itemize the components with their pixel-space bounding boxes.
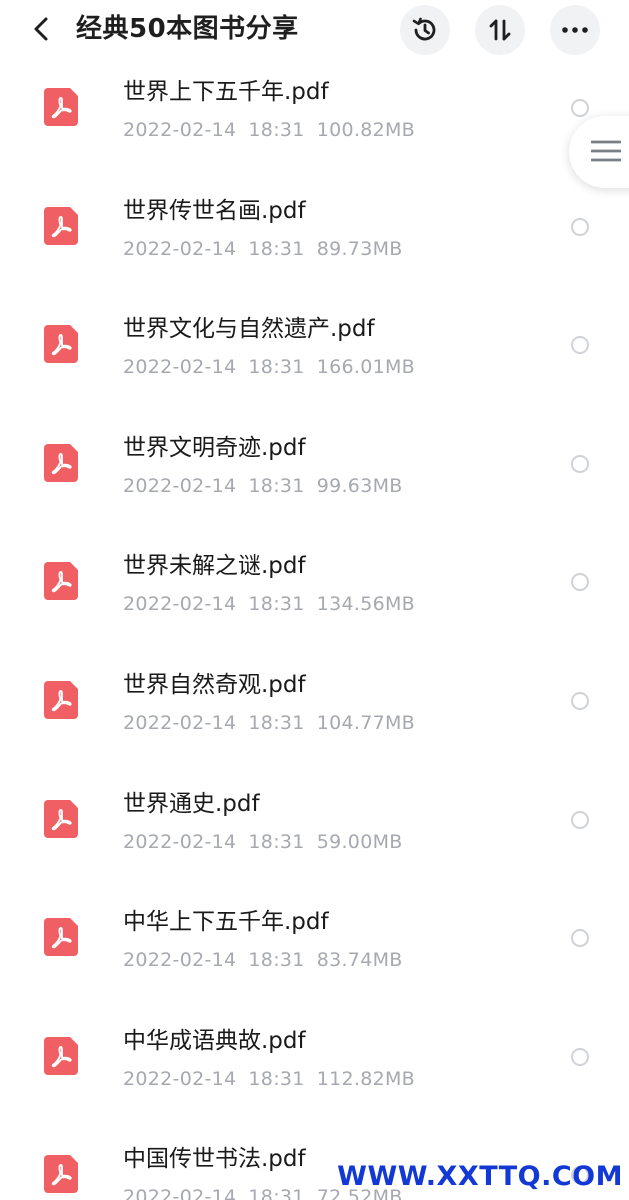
file-row[interactable]: 世界未解之谜.pdf 2022-02-14 18:31 134.56MB xyxy=(0,524,629,642)
page-title: 经典50本图书分享 xyxy=(76,14,299,44)
file-size: 59.00MB xyxy=(316,831,403,853)
file-time: 18:31 xyxy=(248,1186,305,1200)
menu-lines-icon xyxy=(591,140,621,162)
file-date: 2022-02-14 xyxy=(123,1068,237,1090)
pdf-file-icon xyxy=(44,800,78,838)
file-time: 18:31 xyxy=(248,831,305,853)
file-meta: 2022-02-14 18:31 100.82MB xyxy=(123,117,427,143)
file-row[interactable]: 中华成语典故.pdf 2022-02-14 18:31 112.82MB xyxy=(0,999,629,1117)
file-name: 世界传世名画.pdf xyxy=(123,198,306,224)
header-bar: 经典50本图书分享 xyxy=(0,0,629,58)
file-date: 2022-02-14 xyxy=(123,593,237,615)
file-name: 中华成语典故.pdf xyxy=(123,1028,306,1054)
pdf-file-icon xyxy=(44,325,78,363)
file-size: 166.01MB xyxy=(316,356,415,378)
select-radio[interactable] xyxy=(571,929,589,947)
file-name: 世界未解之谜.pdf xyxy=(123,553,306,579)
pdf-file-icon xyxy=(44,562,78,600)
file-date: 2022-02-14 xyxy=(123,949,237,971)
file-date: 2022-02-14 xyxy=(123,238,237,260)
file-row[interactable]: 世界通史.pdf 2022-02-14 18:31 59.00MB xyxy=(0,762,629,880)
file-meta: 2022-02-14 18:31 104.77MB xyxy=(123,710,427,736)
file-date: 2022-02-14 xyxy=(123,475,237,497)
file-time: 18:31 xyxy=(248,238,305,260)
pdf-file-icon xyxy=(44,88,78,126)
file-row[interactable]: 世界文化与自然遗产.pdf 2022-02-14 18:31 166.01MB xyxy=(0,287,629,405)
file-size: 134.56MB xyxy=(316,593,415,615)
file-meta: 2022-02-14 18:31 89.73MB xyxy=(123,236,415,262)
file-row[interactable]: 世界上下五千年.pdf 2022-02-14 18:31 100.82MB xyxy=(0,50,629,168)
select-radio[interactable] xyxy=(571,99,589,117)
file-time: 18:31 xyxy=(248,949,305,971)
sort-icon xyxy=(489,19,511,41)
file-size: 99.63MB xyxy=(316,475,403,497)
more-button[interactable] xyxy=(550,5,600,55)
file-size: 100.82MB xyxy=(316,119,415,141)
file-name: 世界自然奇观.pdf xyxy=(123,672,306,698)
file-meta: 2022-02-14 18:31 59.00MB xyxy=(123,829,415,855)
select-radio[interactable] xyxy=(571,573,589,591)
file-size: 104.77MB xyxy=(316,712,415,734)
file-row[interactable]: 世界文明奇迹.pdf 2022-02-14 18:31 99.63MB xyxy=(0,406,629,524)
sort-button[interactable] xyxy=(475,5,525,55)
file-time: 18:31 xyxy=(248,475,305,497)
file-meta: 2022-02-14 18:31 112.82MB xyxy=(123,1066,427,1092)
file-time: 18:31 xyxy=(248,593,305,615)
file-name: 中华上下五千年.pdf xyxy=(123,909,329,935)
back-button[interactable] xyxy=(22,10,60,48)
file-name: 中国传世书法.pdf xyxy=(123,1146,306,1172)
history-icon xyxy=(412,17,436,41)
file-date: 2022-02-14 xyxy=(123,356,237,378)
file-name: 世界通史.pdf xyxy=(123,791,260,817)
more-icon xyxy=(562,27,588,33)
select-radio[interactable] xyxy=(571,336,589,354)
pdf-file-icon xyxy=(44,207,78,245)
file-time: 18:31 xyxy=(248,119,305,141)
file-time: 18:31 xyxy=(248,356,305,378)
file-row[interactable]: 世界自然奇观.pdf 2022-02-14 18:31 104.77MB xyxy=(0,643,629,761)
file-date: 2022-02-14 xyxy=(123,831,237,853)
file-time: 18:31 xyxy=(248,1068,305,1090)
file-row[interactable]: 世界传世名画.pdf 2022-02-14 18:31 89.73MB xyxy=(0,169,629,287)
file-date: 2022-02-14 xyxy=(123,712,237,734)
file-date: 2022-02-14 xyxy=(123,1186,237,1200)
select-radio[interactable] xyxy=(571,692,589,710)
file-row[interactable]: 中华上下五千年.pdf 2022-02-14 18:31 83.74MB xyxy=(0,880,629,998)
pdf-file-icon xyxy=(44,444,78,482)
file-name: 世界文明奇迹.pdf xyxy=(123,435,306,461)
file-meta: 2022-02-14 18:31 83.74MB xyxy=(123,947,415,973)
select-radio[interactable] xyxy=(571,455,589,473)
app: 世界上下五千年.pdf 2022-02-14 18:31 100.82MB 世界传世名画… xyxy=(0,0,629,1200)
file-meta: 2022-02-14 18:31 99.63MB xyxy=(123,473,415,499)
file-size: 89.73MB xyxy=(316,238,403,260)
pdf-file-icon xyxy=(44,1037,78,1075)
file-date: 2022-02-14 xyxy=(123,119,237,141)
pdf-file-icon xyxy=(44,1155,78,1193)
file-name: 世界上下五千年.pdf xyxy=(123,79,329,105)
file-meta: 2022-02-14 18:31 134.56MB xyxy=(123,591,427,617)
file-size: 83.74MB xyxy=(316,949,403,971)
file-name: 世界文化与自然遗产.pdf xyxy=(123,316,375,342)
chevron-left-icon xyxy=(34,17,48,41)
file-meta: 2022-02-14 18:31 166.01MB xyxy=(123,354,427,380)
select-radio[interactable] xyxy=(571,218,589,236)
pdf-file-icon xyxy=(44,918,78,956)
watermark: WWW.XXTTQ.COM xyxy=(337,1161,623,1192)
select-radio[interactable] xyxy=(571,1048,589,1066)
pdf-file-icon xyxy=(44,681,78,719)
select-radio[interactable] xyxy=(571,811,589,829)
file-time: 18:31 xyxy=(248,712,305,734)
history-button[interactable] xyxy=(400,5,450,55)
file-size: 112.82MB xyxy=(316,1068,415,1090)
